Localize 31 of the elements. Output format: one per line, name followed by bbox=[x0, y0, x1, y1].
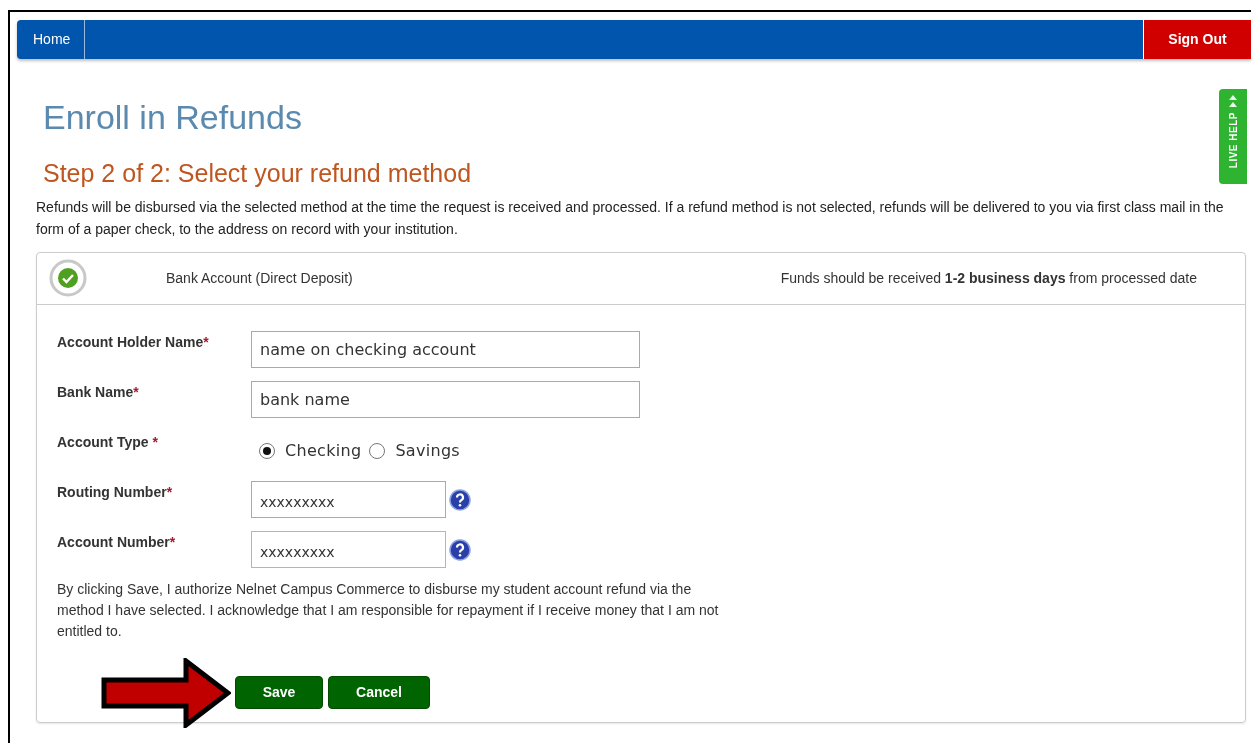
required-mark: * bbox=[133, 382, 139, 402]
radio-option[interactable]: Checking bbox=[259, 438, 362, 463]
required-mark: * bbox=[203, 332, 209, 352]
nav-link[interactable]: Home bbox=[17, 20, 86, 59]
step-heading: Step 2 of 2: Select your refund method bbox=[43, 157, 472, 188]
input-field[interactable]: name on checking account bbox=[251, 330, 640, 368]
page-title: Enroll in Refunds bbox=[43, 97, 302, 138]
input-field[interactable]: xxxxxxxxx bbox=[251, 530, 446, 568]
delivery-time-note: Funds should be received 1-2 business days from processed date bbox=[780, 268, 1197, 288]
intro-paragraph: Refunds will be disbursed via the selected method at the time the request is received and processed. If a refund method is not selected, refunds will be delivered to you via first class mail in the form of a paper check, to the address on record with your institution. bbox=[36, 197, 1225, 239]
field-label: Routing Number bbox=[57, 482, 167, 502]
help-icon[interactable] bbox=[449, 488, 471, 511]
required-mark: * bbox=[166, 482, 173, 502]
input-field[interactable]: bank name bbox=[251, 380, 640, 418]
required-mark: * bbox=[169, 532, 176, 552]
live-help-label: LIVE HELP bbox=[1226, 112, 1240, 169]
field-label: Account Type bbox=[57, 432, 149, 452]
method-label: Bank Account (Direct Deposit) bbox=[166, 268, 353, 288]
consent-text: By clicking Save, I authorize Nelnet Campus Commerce to disburse my student account refund via the method I have selected. I acknowledge that I am responsible for repayment if I receive money that I am not entitled to. bbox=[57, 579, 720, 641]
radio-option[interactable]: Savings bbox=[369, 438, 460, 463]
sign-out-button[interactable]: Sign Out bbox=[1143, 20, 1251, 59]
required-mark: * bbox=[152, 432, 158, 452]
save-button[interactable]: Save bbox=[235, 676, 323, 710]
input-field[interactable]: xxxxxxxxx bbox=[251, 480, 446, 518]
help-icon[interactable] bbox=[449, 538, 471, 561]
field-label: Account Number bbox=[57, 532, 170, 552]
selected-check-icon[interactable] bbox=[49, 259, 87, 298]
cancel-button[interactable]: Cancel bbox=[328, 676, 430, 710]
field-label: Account Holder Name bbox=[57, 332, 204, 352]
expand-arrows-icon bbox=[1228, 94, 1238, 108]
field-label: Bank Name bbox=[57, 382, 134, 402]
